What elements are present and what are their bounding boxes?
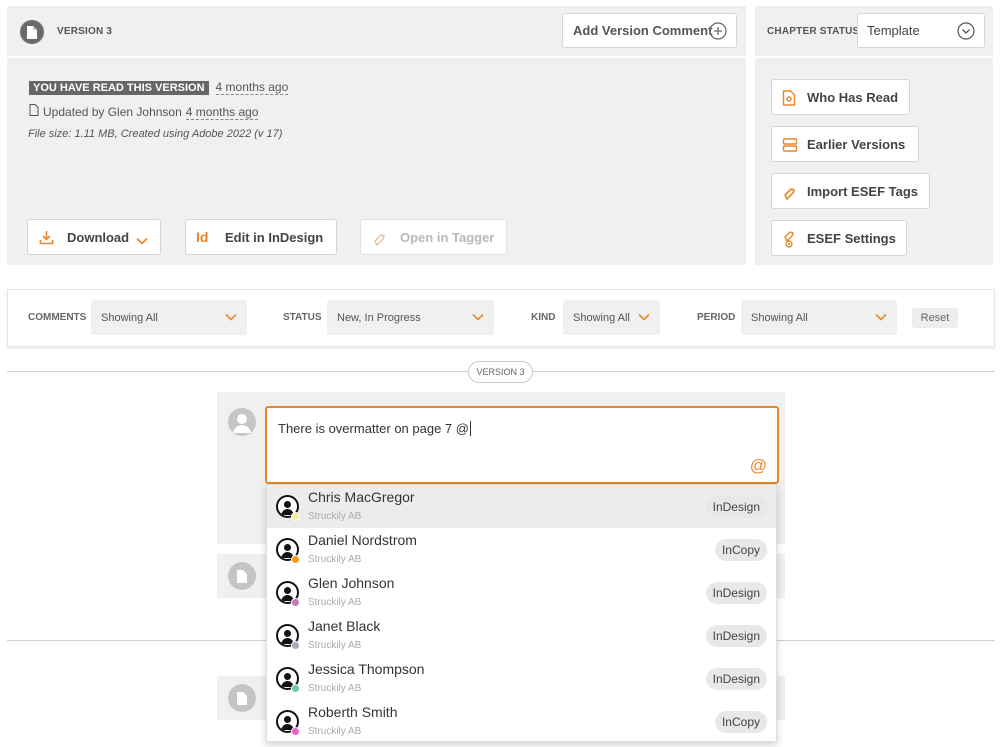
chapter-status-value: Template	[867, 23, 920, 38]
version-divider-pill: VERSION 3	[468, 361, 533, 383]
import-esef-tags-button[interactable]: Import ESEF Tags	[771, 173, 930, 209]
presence-status-dot	[291, 727, 300, 736]
earlier-versions-button[interactable]: Earlier Versions	[771, 126, 919, 162]
comment-input-text: There is overmatter on page 7 @	[278, 421, 469, 436]
download-button[interactable]: Download	[27, 219, 161, 255]
tag-icon	[372, 230, 388, 249]
indesign-icon: Id	[196, 229, 209, 245]
read-time[interactable]: 4 months ago	[215, 80, 289, 95]
open-in-tagger-button[interactable]: Open in Tagger	[360, 219, 507, 255]
mention-name: Roberth Smith	[308, 704, 398, 720]
kind-filter-value: Showing All	[573, 311, 630, 324]
eye-document-icon	[782, 90, 796, 109]
comments-filter-label: COMMENTS	[28, 312, 87, 323]
chevron-down-circle-icon	[957, 22, 975, 43]
mention-role-badge: InDesign	[705, 625, 767, 647]
version-header: VERSION 3 Add Version Comment	[7, 6, 746, 58]
who-has-read-button[interactable]: Who Has Read	[771, 79, 910, 115]
mention-role-badge: InCopy	[714, 711, 767, 733]
mention-role-badge: InDesign	[705, 668, 767, 690]
edit-in-indesign-label: Edit in InDesign	[225, 230, 324, 245]
mention-option[interactable]: Glen Johnson Struckily AB InDesign	[267, 571, 776, 614]
mention-dropdown: Chris MacGregor Struckily AB InDesign Danie…	[266, 484, 777, 742]
esef-settings-label: ESEF Settings	[807, 231, 896, 246]
open-in-tagger-label: Open in Tagger	[400, 230, 495, 245]
mention-option[interactable]: Chris MacGregor Struckily AB InDesign	[267, 485, 776, 528]
period-filter-value: Showing All	[751, 311, 808, 324]
plus-circle-icon	[709, 22, 727, 43]
status-filter-label: STATUS	[283, 312, 322, 323]
updated-time[interactable]: 4 months ago	[185, 105, 259, 120]
mention-company: Struckily AB	[308, 511, 362, 522]
document-icon	[228, 684, 256, 712]
mention-name: Jessica Thompson	[308, 661, 425, 677]
mention-name: Glen Johnson	[308, 575, 395, 591]
tag-gear-icon	[782, 229, 798, 252]
version-panel: VERSION 3 Add Version Comment YOU HAVE R…	[7, 6, 746, 265]
filter-bar: COMMENTS Showing All STATUS New, In Prog…	[7, 289, 995, 347]
mention-name: Daniel Nordstrom	[308, 532, 417, 548]
presence-status-dot	[291, 598, 300, 607]
reset-filters-button[interactable]: Reset	[912, 308, 958, 328]
chevron-down-icon	[472, 312, 484, 324]
text-caret	[469, 421, 471, 436]
download-label: Download	[67, 230, 130, 245]
add-version-comment-button[interactable]: Add Version Comment	[562, 13, 737, 48]
presence-status-dot	[291, 555, 300, 564]
kind-filter-select[interactable]: Showing All	[563, 300, 660, 335]
chevron-down-icon	[225, 312, 237, 324]
comments-filter-value: Showing All	[101, 311, 158, 324]
download-icon	[39, 230, 54, 248]
mention-option[interactable]: Janet Black Struckily AB InDesign	[267, 614, 776, 657]
edit-in-indesign-button[interactable]: Id Edit in InDesign	[185, 219, 337, 255]
import-esef-tags-label: Import ESEF Tags	[807, 184, 918, 199]
comments-filter-select[interactable]: Showing All	[91, 300, 247, 335]
mention-company: Struckily AB	[308, 726, 362, 737]
chapter-status-label: CHAPTER STATUS	[767, 26, 860, 37]
updated-by: Updated by Glen Johnson	[43, 105, 182, 119]
mention-at-icon[interactable]: @	[750, 456, 767, 476]
chapter-status-panel: CHAPTER STATUS Template Who Has Read Ear…	[755, 6, 993, 265]
mention-company: Struckily AB	[308, 640, 362, 651]
version-label: VERSION 3	[57, 26, 113, 37]
mention-name: Chris MacGregor	[308, 489, 415, 505]
add-version-comment-label: Add Version Comment	[573, 23, 713, 38]
status-filter-select[interactable]: New, In Progress	[327, 300, 494, 335]
period-filter-select[interactable]: Showing All	[741, 300, 897, 335]
mention-company: Struckily AB	[308, 597, 362, 608]
stack-icon	[782, 137, 798, 156]
document-icon	[20, 20, 44, 44]
file-icon	[29, 103, 39, 121]
status-filter-value: New, In Progress	[337, 311, 421, 324]
mention-option[interactable]: Roberth Smith Struckily AB InCopy	[267, 700, 776, 743]
period-filter-label: PERIOD	[697, 312, 736, 323]
presence-status-dot	[291, 641, 300, 650]
mention-option[interactable]: Jessica Thompson Struckily AB InDesign	[267, 657, 776, 700]
presence-status-dot	[291, 684, 300, 693]
tag-icon	[782, 184, 798, 203]
mention-role-badge: InDesign	[705, 582, 767, 604]
user-avatar	[228, 408, 256, 436]
chevron-down-icon	[136, 233, 148, 248]
file-info: File size: 1.11 MB, Created using Adobe …	[28, 128, 283, 140]
earlier-versions-label: Earlier Versions	[807, 137, 906, 152]
mention-company: Struckily AB	[308, 554, 362, 565]
chapter-status-select[interactable]: Template	[857, 13, 985, 48]
document-icon	[228, 562, 256, 590]
esef-settings-button[interactable]: ESEF Settings	[771, 220, 907, 256]
chevron-down-icon	[875, 312, 887, 324]
mention-option[interactable]: Daniel Nordstrom Struckily AB InCopy	[267, 528, 776, 571]
mention-role-badge: InDesign	[705, 496, 767, 518]
read-badge: YOU HAVE READ THIS VERSION	[29, 80, 209, 95]
who-has-read-label: Who Has Read	[807, 90, 899, 105]
chevron-down-icon	[638, 312, 650, 324]
presence-status-dot	[291, 512, 300, 521]
mention-name: Janet Black	[308, 618, 381, 634]
comment-input[interactable]: There is overmatter on page 7 @ @	[265, 406, 779, 484]
mention-company: Struckily AB	[308, 683, 362, 694]
kind-filter-label: KIND	[531, 312, 556, 323]
mention-role-badge: InCopy	[714, 539, 767, 561]
